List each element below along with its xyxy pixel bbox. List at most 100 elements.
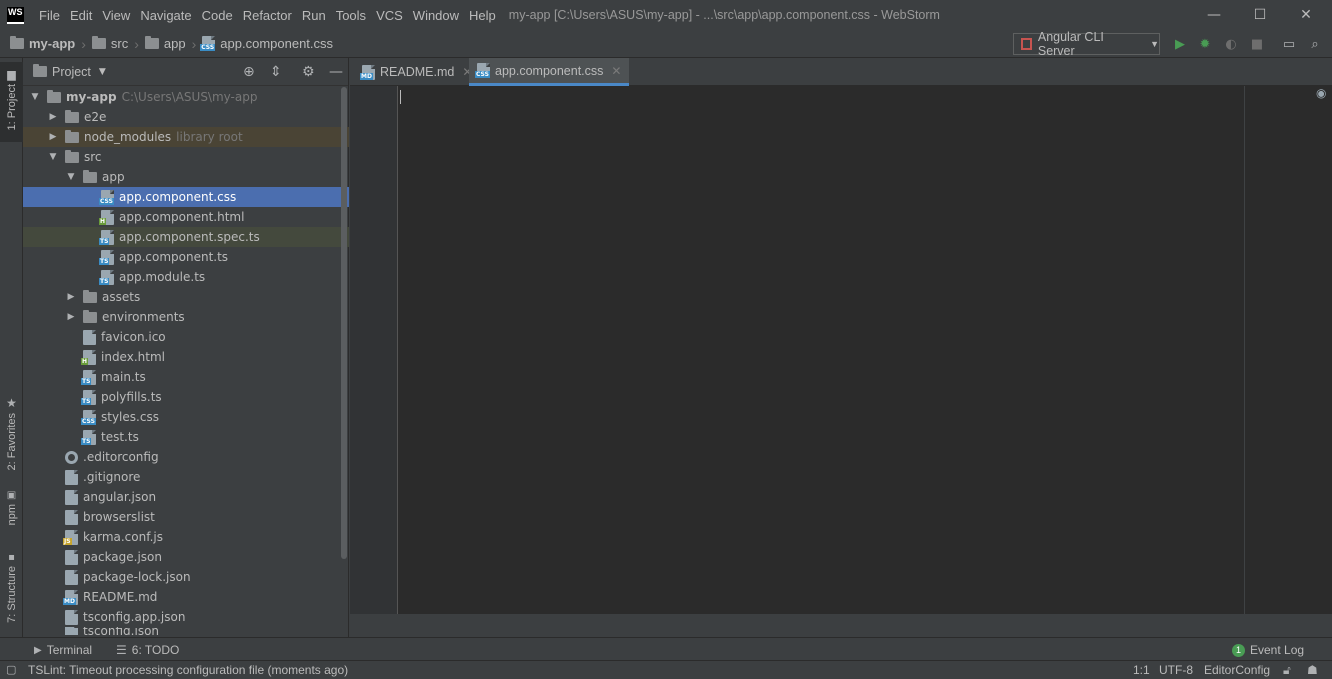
collapse-all-icon[interactable]: ⇕ [270, 64, 282, 80]
project-structure-button[interactable]: ▭ [1279, 35, 1299, 53]
inspector-icon[interactable]: ☗ [1307, 663, 1318, 677]
tool-tab-favorites-label: 2: Favorites [5, 413, 18, 471]
tree-item[interactable]: ▼ my-app C:\Users\ASUS\my-app [23, 87, 349, 107]
folder-icon [65, 149, 79, 163]
tree-item[interactable]: ▼ app [23, 167, 349, 187]
terminal-tab[interactable]: ▶ Terminal [34, 643, 92, 657]
menu-run[interactable]: Run [297, 8, 331, 23]
search-everywhere-button[interactable]: ⌕ [1305, 35, 1325, 53]
maximize-button[interactable]: ☐ [1237, 0, 1283, 30]
tree-item[interactable]: TS main.ts [23, 367, 349, 387]
tool-tab-project[interactable]: ▆ 1: Project [0, 62, 23, 142]
tree-item-label: test.ts [101, 430, 139, 444]
menu-refactor[interactable]: Refactor [238, 8, 297, 23]
event-log-tab[interactable]: 1 Event Log [1232, 643, 1304, 657]
breadcrumb-file[interactable]: app.component.css [220, 36, 333, 51]
tab-readme[interactable]: MD README.md ✕ [354, 58, 480, 86]
project-scrollbar[interactable] [341, 87, 347, 559]
bottom-tool-bar: ▶ Terminal ☰ 6: TODO 1 Event Log [0, 637, 1332, 660]
expand-down-icon[interactable]: ▼ [29, 92, 41, 102]
breadcrumb-project[interactable]: my-app [29, 36, 75, 51]
run-configuration-select[interactable]: Angular CLI Server ▼ [1013, 30, 1160, 58]
hide-panel-icon[interactable]: — [329, 64, 343, 80]
tree-item[interactable]: package.json [23, 547, 349, 567]
tree-item[interactable]: angular.json [23, 487, 349, 507]
tree-item-label: index.html [101, 350, 165, 364]
tree-item[interactable]: Happ.component.html [23, 207, 349, 227]
tool-tab-favorites[interactable]: ★ 2: Favorites [0, 392, 23, 472]
caret-position[interactable]: 1:1 [1133, 663, 1150, 677]
status-message[interactable]: TSLint: Timeout processing configuration… [28, 663, 348, 677]
tree-item[interactable]: TS app.module.ts [23, 267, 349, 287]
tree-item[interactable]: browserslist [23, 507, 349, 527]
tab-app-component-css[interactable]: CSS app.component.css ✕ [469, 58, 630, 86]
ts-file-icon: TS [81, 429, 96, 445]
editor-gutter[interactable] [350, 86, 398, 614]
menu-file[interactable]: File [34, 8, 65, 23]
editor-footer [350, 614, 1332, 637]
menu-vcs[interactable]: VCS [371, 8, 408, 23]
folder-icon [33, 64, 47, 77]
editorconfig-indicator[interactable]: EditorConfig [1204, 663, 1270, 677]
lock-icon[interactable]: 🔓︎ [1283, 663, 1291, 678]
tool-windows-icon[interactable]: ▢ [6, 663, 16, 676]
folder-icon [83, 289, 97, 303]
menu-help[interactable]: Help [464, 8, 501, 23]
coverage-button[interactable]: ◐ [1221, 35, 1241, 53]
chevron-down-icon[interactable]: ▼ [99, 67, 106, 77]
debug-button[interactable]: ✹ [1195, 35, 1215, 53]
css-file-icon: CSS [200, 36, 216, 51]
webstorm-logo-icon: WS [7, 6, 24, 24]
todo-tab[interactable]: ☰ 6: TODO [116, 643, 179, 657]
expand-down-icon[interactable]: ▼ [47, 152, 59, 162]
close-window-button[interactable]: ✕ [1283, 0, 1329, 30]
tree-item[interactable]: TS app.component.spec.ts [23, 227, 349, 247]
expand-right-icon[interactable]: ▶ [47, 112, 59, 122]
tree-item[interactable]: .editorconfig [23, 447, 349, 467]
tree-item[interactable]: ▶ node_modules library root [23, 127, 349, 147]
json-file-icon [65, 549, 78, 565]
tree-item[interactable]: package-lock.json [23, 567, 349, 587]
expand-right-icon[interactable]: ▶ [47, 132, 59, 142]
tree-item[interactable]: ▶ e2e [23, 107, 349, 127]
minimize-button[interactable]: — [1191, 0, 1237, 30]
menu-edit[interactable]: Edit [65, 8, 97, 23]
expand-right-icon[interactable]: ▶ [65, 292, 77, 302]
tree-item[interactable]: .gitignore [23, 467, 349, 487]
locate-icon[interactable]: ⊕ [243, 64, 255, 80]
tree-item[interactable]: tsconfig.json [23, 627, 349, 635]
tree-item[interactable]: MD README.md [23, 587, 349, 607]
tree-item[interactable]: ▼ src [23, 147, 349, 167]
file-encoding[interactable]: UTF-8 [1159, 663, 1193, 677]
tree-item[interactable]: tsconfig.app.json [23, 607, 349, 627]
stop-button[interactable]: ■ [1247, 35, 1267, 53]
tree-item[interactable]: favicon.ico [23, 327, 349, 347]
tree-item[interactable]: TS app.component.ts [23, 247, 349, 267]
project-view-title[interactable]: Project [52, 65, 91, 79]
expand-down-icon[interactable]: ▼ [65, 172, 77, 182]
tree-item[interactable]: Hindex.html [23, 347, 349, 367]
breadcrumb: my-app › src › app › CSS app.component.c… [10, 36, 333, 52]
expand-right-icon[interactable]: ▶ [65, 312, 77, 322]
tool-tab-npm[interactable]: ▣ npm [0, 486, 23, 532]
close-icon[interactable]: ✕ [611, 64, 621, 78]
menu-window[interactable]: Window [408, 8, 464, 23]
tree-item[interactable]: ▶ assets [23, 287, 349, 307]
tree-item[interactable]: ▶ environments [23, 307, 349, 327]
breadcrumb-src[interactable]: src [111, 36, 128, 51]
gear-icon[interactable]: ⚙ [302, 64, 315, 80]
menu-navigate[interactable]: Navigate [135, 8, 196, 23]
eye-icon[interactable]: ◉ [1316, 86, 1326, 100]
run-button[interactable]: ▶ [1170, 35, 1190, 53]
menu-tools[interactable]: Tools [331, 8, 371, 23]
tree-item[interactable]: JS karma.conf.js [23, 527, 349, 547]
tool-tab-structure[interactable]: ▪ 7: Structure [0, 548, 23, 628]
breadcrumb-app[interactable]: app [164, 36, 186, 51]
tree-item[interactable]: CSS styles.css [23, 407, 349, 427]
tree-item[interactable]: TS polyfills.ts [23, 387, 349, 407]
code-editor[interactable] [350, 86, 1332, 614]
menu-view[interactable]: View [97, 8, 135, 23]
tree-item[interactable]: TS test.ts [23, 427, 349, 447]
tree-item[interactable]: CSS app.component.css [23, 187, 349, 207]
menu-code[interactable]: Code [197, 8, 238, 23]
